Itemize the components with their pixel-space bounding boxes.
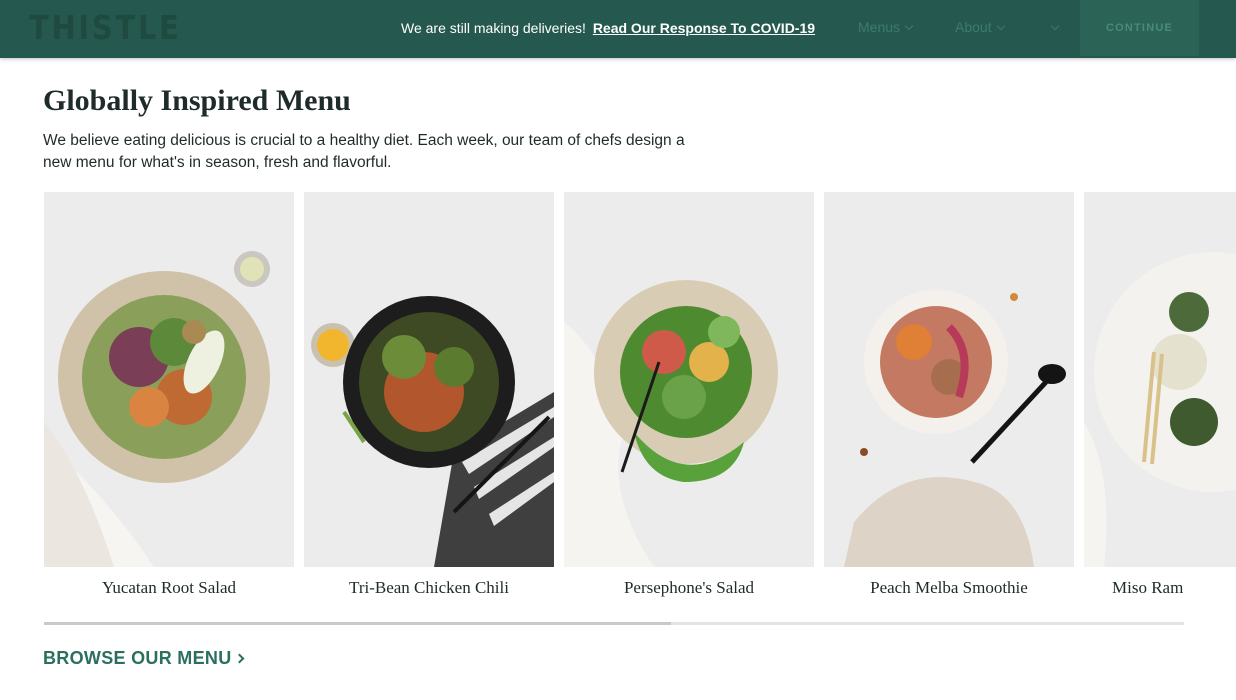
browse-menu-link[interactable]: BROWSE OUR MENU	[43, 648, 244, 669]
announcement-text: We are still making deliveries!	[401, 20, 586, 36]
peach-melba-smoothie-image	[824, 192, 1074, 567]
dish-name: Yucatan Root Salad	[101, 578, 237, 597]
carousel-scrollbar[interactable]	[44, 622, 1184, 625]
chevron-down-icon	[1050, 21, 1060, 31]
top-navbar: THISTLE We are still making deliveries! …	[0, 0, 1236, 58]
nav-menus-dropdown[interactable]: Menus	[858, 19, 914, 35]
nav-about-label: About	[955, 19, 992, 35]
dish-name: Miso Ram	[1112, 578, 1184, 597]
dish-photo	[824, 192, 1074, 567]
covid-announcement: We are still making deliveries! Read Our…	[401, 20, 815, 36]
menu-carousel[interactable]: Yucatan Root Salad Tri-Bean Chicken Chil…	[44, 192, 1236, 612]
page-title: Globally Inspired Menu	[43, 84, 351, 117]
menu-card[interactable]: Miso Ram	[1084, 192, 1236, 598]
dish-photo	[1084, 192, 1236, 567]
nav-menus-label: Menus	[858, 19, 901, 35]
chevron-down-icon	[996, 21, 1005, 31]
yucatan-root-salad-image	[44, 192, 294, 567]
browse-menu-label: BROWSE OUR MENU	[43, 648, 232, 668]
menu-card[interactable]: Tri-Bean Chicken Chili	[304, 192, 554, 598]
carousel-scroll-thumb[interactable]	[44, 622, 671, 625]
menu-intro-text: We believe eating delicious is crucial t…	[43, 132, 685, 171]
persephones-salad-image	[564, 192, 814, 567]
chevron-right-icon	[234, 653, 244, 664]
dish-photo	[304, 192, 554, 567]
dish-name: Peach Melba Smoothie	[870, 578, 1028, 597]
nav-account-dropdown[interactable]	[1046, 19, 1060, 35]
dish-name: Tri-Bean Chicken Chili	[349, 578, 509, 597]
dish-photo	[44, 192, 294, 567]
miso-ramen-image	[1084, 192, 1236, 567]
chevron-down-icon	[904, 21, 914, 31]
dish-name: Persephone's Salad	[623, 578, 755, 597]
thistle-logo[interactable]: THISTLE	[29, 8, 181, 47]
continue-button[interactable]: CONTINUE	[1080, 0, 1199, 56]
covid-response-link[interactable]: Read Our Response To COVID-19	[593, 20, 815, 36]
menu-card[interactable]: Peach Melba Smoothie	[824, 192, 1074, 598]
tri-bean-chicken-chili-image	[304, 192, 554, 567]
menu-card[interactable]: Yucatan Root Salad	[44, 192, 294, 598]
nav-about-dropdown[interactable]: About	[955, 19, 1005, 35]
menu-card[interactable]: Persephone's Salad	[564, 192, 814, 598]
dish-photo	[564, 192, 814, 567]
